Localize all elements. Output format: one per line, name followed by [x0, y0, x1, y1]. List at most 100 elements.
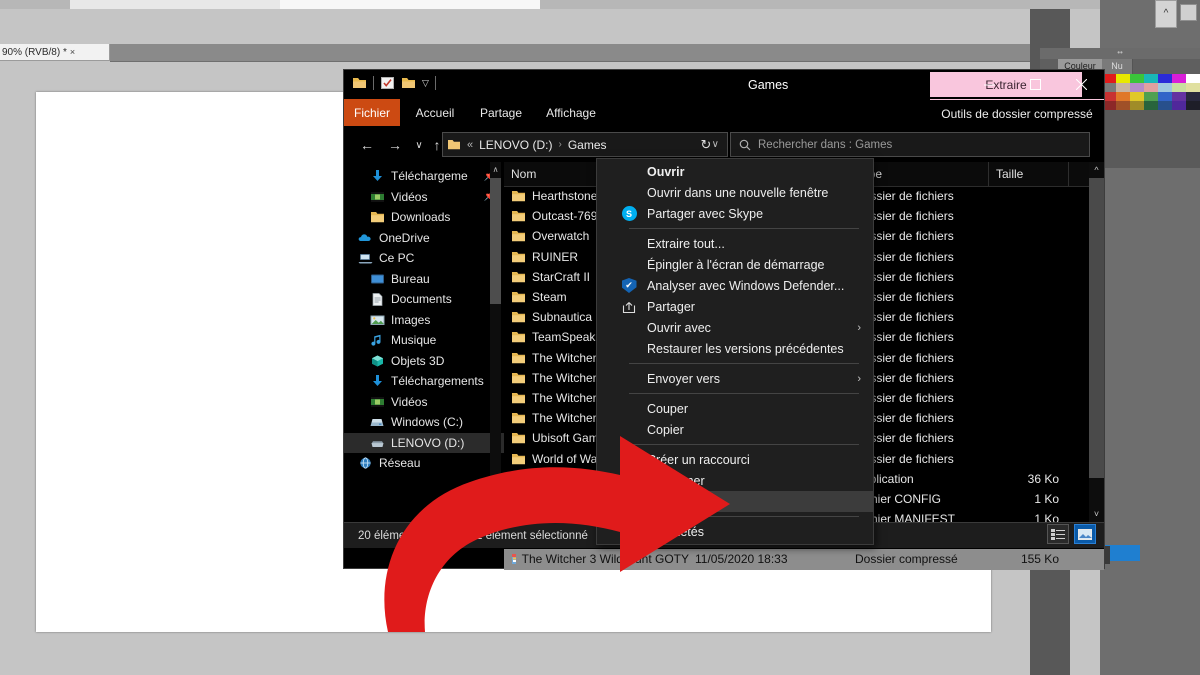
- large-icons-view-button[interactable]: [1074, 524, 1096, 544]
- menu-item-partager[interactable]: Partager: [597, 296, 873, 317]
- color-swatch[interactable]: [1158, 101, 1172, 110]
- color-swatch[interactable]: [1144, 74, 1158, 83]
- bg-panel-grip[interactable]: ••: [1040, 48, 1200, 59]
- sidebar-item-ce-pc[interactable]: Ce PC: [344, 248, 504, 269]
- sidebar-item-musique[interactable]: Musique: [344, 330, 504, 351]
- color-swatch[interactable]: [1130, 83, 1144, 92]
- color-swatch[interactable]: [1130, 92, 1144, 101]
- forward-button[interactable]: →: [384, 134, 406, 156]
- color-swatch[interactable]: [1130, 74, 1144, 83]
- close-button[interactable]: [1058, 70, 1104, 99]
- bg-document-tab[interactable]: 90% (RVB/8) *×: [0, 44, 110, 61]
- color-swatch[interactable]: [1116, 101, 1130, 110]
- menu-item-cr-er-un-raccourci[interactable]: Créer un raccourci: [597, 449, 873, 470]
- color-swatch[interactable]: [1144, 101, 1158, 110]
- color-swatch[interactable]: [1116, 74, 1130, 83]
- menu-item-partager-avec-skype[interactable]: SPartager avec Skype: [597, 203, 873, 224]
- breadcrumb-overflow[interactable]: «: [467, 139, 473, 151]
- list-scroll-up-icon[interactable]: ^: [1089, 162, 1104, 178]
- menu-item-propri-t-s[interactable]: Propriétés: [597, 521, 873, 542]
- sidebar-item-t-l-chargeme[interactable]: Téléchargeme📌: [344, 166, 504, 187]
- breadcrumb-folder[interactable]: Games: [568, 138, 607, 152]
- minimize-button[interactable]: [966, 70, 1012, 99]
- color-swatch[interactable]: [1172, 74, 1186, 83]
- nav-scroll-thumb[interactable]: [490, 178, 501, 304]
- new-folder-icon[interactable]: [401, 76, 416, 90]
- color-swatch[interactable]: [1158, 92, 1172, 101]
- menu-item-supprimer[interactable]: Supprimer: [597, 470, 873, 491]
- color-swatch[interactable]: [1102, 101, 1116, 110]
- list-scroll-thumb[interactable]: [1089, 178, 1104, 478]
- color-swatch[interactable]: [1116, 92, 1130, 101]
- ribbon-tab-fichier[interactable]: Fichier: [344, 99, 400, 126]
- sidebar-item-objets-3d[interactable]: Objets 3D: [344, 351, 504, 372]
- ribbon-tab-affichage[interactable]: Affichage: [536, 99, 606, 126]
- bg-scroll-up-button[interactable]: ^: [1155, 0, 1177, 28]
- ribbon-tab-partage[interactable]: Partage: [470, 99, 532, 126]
- table-row[interactable]: The Witcher 3 Wild Hunt GOTY11/05/2020 1…: [504, 549, 1104, 569]
- menu-item-restaurer-les-versions-pr-c-dentes[interactable]: Restaurer les versions précédentes: [597, 338, 873, 359]
- ribbon-tab-outils-dossier-compresse[interactable]: Outils de dossier compressé: [930, 99, 1104, 127]
- color-swatch[interactable]: [1158, 74, 1172, 83]
- sidebar-item-lenovo-d[interactable]: LENOVO (D:): [344, 433, 504, 454]
- menu-item-ouvrir[interactable]: Ouvrir: [597, 161, 873, 182]
- nav-scroll-up-icon[interactable]: ∧: [490, 162, 501, 178]
- menu-item-renommer[interactable]: Renommer: [597, 491, 873, 512]
- nav-scroll-down-icon[interactable]: ∨: [490, 506, 501, 522]
- sidebar-item-windows-c[interactable]: Windows (C:): [344, 412, 504, 433]
- bg-tool-icon[interactable]: [1180, 4, 1197, 21]
- file-name-label: Ubisoft Gam: [532, 431, 599, 445]
- address-bar[interactable]: « LENOVO (D:) › Games ∨: [442, 132, 728, 157]
- sidebar-item-documents[interactable]: Documents: [344, 289, 504, 310]
- color-swatch[interactable]: [1172, 83, 1186, 92]
- color-swatch[interactable]: [1102, 74, 1116, 83]
- list-scroll-down-icon[interactable]: ˅: [1089, 506, 1104, 522]
- properties-icon[interactable]: [380, 76, 395, 90]
- color-swatch[interactable]: [1186, 83, 1200, 92]
- column-header-taille[interactable]: Taille: [989, 162, 1069, 186]
- sidebar-item-vid-os[interactable]: Vidéos📌: [344, 187, 504, 208]
- details-view-button[interactable]: [1047, 524, 1069, 544]
- sidebar-item-downloads[interactable]: Downloads: [344, 207, 504, 228]
- color-swatch[interactable]: [1172, 92, 1186, 101]
- search-box[interactable]: Rechercher dans : Games: [730, 132, 1090, 157]
- color-swatch[interactable]: [1144, 83, 1158, 92]
- breadcrumb-separator[interactable]: ›: [558, 139, 561, 150]
- menu-item-ouvrir-avec[interactable]: Ouvrir avec›: [597, 317, 873, 338]
- bg-panel-tab-nuancier[interactable]: Nu: [1102, 59, 1133, 74]
- sidebar-item-onedrive[interactable]: OneDrive: [344, 228, 504, 249]
- close-icon[interactable]: ×: [70, 44, 75, 61]
- menu-item-ouvrir-dans-une-nouvelle-fen-tre[interactable]: Ouvrir dans une nouvelle fenêtre: [597, 182, 873, 203]
- folder-icon[interactable]: [352, 76, 367, 90]
- color-swatch[interactable]: [1186, 101, 1200, 110]
- maximize-button[interactable]: [1012, 70, 1058, 99]
- color-swatch[interactable]: [1158, 83, 1172, 92]
- color-swatch[interactable]: [1102, 92, 1116, 101]
- chevron-right-icon[interactable]: ›: [857, 373, 861, 385]
- bg-color-swatches[interactable]: [1102, 74, 1200, 170]
- sidebar-item-t-l-chargements[interactable]: Téléchargements: [344, 371, 504, 392]
- sidebar-item-vid-os[interactable]: Vidéos: [344, 392, 504, 413]
- color-swatch[interactable]: [1102, 83, 1116, 92]
- menu-item-extraire-tout[interactable]: Extraire tout...: [597, 233, 873, 254]
- menu-item-envoyer-vers[interactable]: Envoyer vers›: [597, 368, 873, 389]
- menu-item-analyser-avec-windows-defender[interactable]: ✔Analyser avec Windows Defender...: [597, 275, 873, 296]
- color-swatch[interactable]: [1186, 74, 1200, 83]
- color-swatch[interactable]: [1186, 92, 1200, 101]
- sidebar-item-images[interactable]: Images: [344, 310, 504, 331]
- refresh-button[interactable]: ↻: [694, 132, 718, 157]
- chevron-right-icon[interactable]: ›: [857, 322, 861, 334]
- menu-item-pingler-l-cran-de-d-marrage[interactable]: Épingler à l'écran de démarrage: [597, 254, 873, 275]
- breadcrumb-drive[interactable]: LENOVO (D:): [479, 138, 552, 152]
- ribbon-tab-accueil[interactable]: Accueil: [404, 99, 466, 126]
- color-swatch[interactable]: [1116, 83, 1130, 92]
- color-swatch[interactable]: [1172, 101, 1186, 110]
- color-swatch[interactable]: [1130, 101, 1144, 110]
- color-swatch[interactable]: [1144, 92, 1158, 101]
- sidebar-item-r-seau[interactable]: Réseau: [344, 453, 504, 474]
- menu-item-copier[interactable]: Copier: [597, 419, 873, 440]
- sidebar-item-bureau[interactable]: Bureau: [344, 269, 504, 290]
- chevron-down-icon[interactable]: ▽: [422, 78, 429, 89]
- back-button[interactable]: ←: [356, 134, 378, 156]
- menu-item-couper[interactable]: Couper: [597, 398, 873, 419]
